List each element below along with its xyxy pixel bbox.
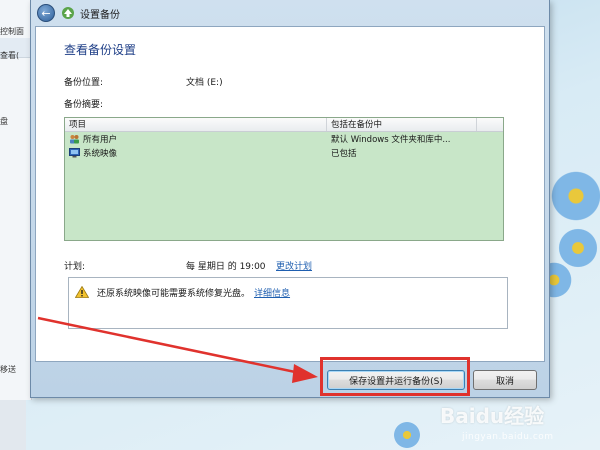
watermark-url: jingyan.baidu.com	[462, 432, 554, 442]
annotation-arrow	[37, 316, 318, 383]
baidu-watermark: Baidu经验 jingyan.baidu.com	[440, 398, 600, 450]
watermark-brand: Baidu经验	[440, 404, 545, 428]
